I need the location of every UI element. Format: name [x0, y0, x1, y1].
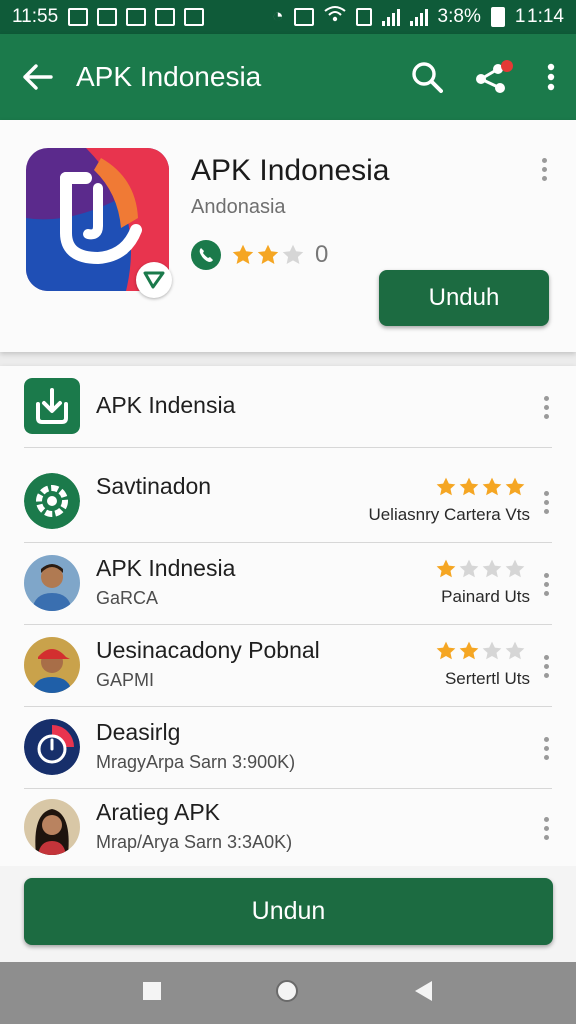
list-item-title: Aratieg APK: [96, 799, 221, 825]
recents-icon[interactable]: [142, 981, 162, 1006]
app-card-more-icon[interactable]: [534, 158, 554, 181]
star-empty-icon: [282, 244, 304, 264]
list-item[interactable]: Savtinadon Ueliasnry Cartera Vts: [0, 461, 576, 543]
star-filled-icon: [232, 244, 254, 264]
star-filled-icon: [436, 641, 456, 660]
star-empty-icon: [482, 559, 502, 578]
list-item-subtitle: MragyArpa Sarn 3:900K): [96, 752, 296, 772]
app-notification-icon: [293, 8, 314, 26]
star-empty-icon: [505, 641, 525, 660]
wifi-icon: [323, 5, 346, 29]
star-filled-icon: [459, 477, 479, 496]
back-button[interactable]: [0, 64, 76, 90]
list-item-meta: Painard Uts: [441, 587, 530, 606]
verified-badge-icon: [136, 262, 172, 298]
phone-icon: [191, 240, 221, 270]
star-filled-icon: [459, 641, 479, 660]
share-icon: [476, 60, 513, 93]
more-vert-icon: [547, 63, 555, 91]
app-header-card: APK Indonesia Andonasia 0 Unduh: [0, 120, 576, 352]
clock-app-icon: [24, 719, 80, 775]
app-developer[interactable]: Andonasia: [191, 196, 286, 219]
search-icon: [412, 62, 443, 93]
list-item-title: Deasirlg: [96, 719, 181, 745]
star-filled-icon: [436, 477, 456, 496]
star-empty-icon: [482, 641, 502, 660]
battery-percent: 3:8%: [437, 6, 481, 27]
notification-icon: [184, 8, 205, 26]
notification-icon: [126, 8, 147, 26]
star-filled-icon: [257, 244, 279, 264]
user-photo: [24, 555, 80, 611]
list-item-subtitle: Mrap/Arya Sarn 3:3A0K): [96, 832, 293, 852]
related-apps-list: APK Indensia Savtinadon Ueliasnry Carter…: [0, 366, 576, 866]
signal-icon: [409, 8, 428, 26]
user-photo-woman: [24, 799, 80, 855]
settings-app-icon: [24, 473, 80, 529]
alarm-icon: ◔: [272, 6, 284, 27]
list-item-stars: [435, 476, 526, 498]
home-icon[interactable]: [274, 978, 300, 1009]
list-item-more-icon[interactable]: [536, 573, 556, 596]
list-item-meta: Ueliasnry Cartera Vts: [368, 505, 530, 524]
notification-icon: [155, 8, 176, 26]
install-button[interactable]: Unduh: [379, 270, 549, 326]
list-item[interactable]: APK Indensia: [0, 366, 576, 448]
app-rating-stars: [231, 243, 305, 267]
app-toolbar: APK Indonesia: [0, 34, 576, 120]
list-item-more-icon[interactable]: [536, 396, 556, 419]
list-item-more-icon[interactable]: [536, 737, 556, 760]
bottom-download-button[interactable]: Undun: [24, 878, 553, 945]
signal-icon: [381, 8, 400, 26]
download-app-icon: [24, 378, 80, 434]
list-item-title: APK Indensia: [96, 392, 236, 418]
battery-icon: [490, 7, 505, 27]
list-item[interactable]: APK Indnesia GaRCA Painard Uts: [0, 543, 576, 625]
list-item-more-icon[interactable]: [536, 491, 556, 514]
status-bar: 11:55 ◔ 3:8% 1 1:14: [0, 0, 576, 34]
list-item[interactable]: Uesinacadony Pobnal GAPMI Sertertl Uts: [0, 625, 576, 707]
status-time: 11:55: [12, 6, 59, 27]
star-filled-icon: [505, 477, 525, 496]
sim-icon: [355, 8, 372, 26]
list-item-meta: Sertertl Uts: [444, 669, 530, 688]
share-button[interactable]: [460, 60, 526, 94]
rating-count: 0: [315, 241, 329, 268]
status-clock-right: 1 1:14: [514, 6, 564, 27]
app-name: APK Indonesia: [191, 154, 390, 187]
back-arrow-icon: [23, 64, 53, 90]
star-empty-icon: [505, 559, 525, 578]
star-empty-icon: [459, 559, 479, 578]
list-item-stars: [435, 640, 526, 662]
rating-row: 0: [191, 240, 328, 270]
list-item-title: Savtinadon: [96, 473, 212, 499]
list-item-stars: [435, 558, 526, 580]
notification-icon: [97, 8, 118, 26]
list-item-more-icon[interactable]: [536, 655, 556, 678]
list-item-subtitle: GaRCA: [96, 588, 159, 608]
list-item[interactable]: Deasirlg MragyArpa Sarn 3:900K): [0, 707, 576, 789]
nav-back-icon[interactable]: [412, 979, 434, 1008]
list-item[interactable]: Aratieg APK Mrap/Arya Sarn 3:3A0K): [0, 787, 576, 866]
star-filled-icon: [436, 559, 456, 578]
list-item-more-icon[interactable]: [536, 817, 556, 840]
search-button[interactable]: [394, 61, 460, 93]
system-nav-bar: [0, 962, 576, 1024]
notification-icon: [68, 8, 89, 26]
overflow-menu-button[interactable]: [526, 63, 576, 91]
toolbar-title: APK Indonesia: [76, 61, 262, 92]
star-filled-icon: [482, 477, 502, 496]
user-photo-red-cap: [24, 637, 80, 693]
list-item-subtitle: GAPMI: [96, 670, 155, 690]
list-item-title: Uesinacadony Pobnal: [96, 637, 320, 663]
list-item-title: APK Indnesia: [96, 555, 236, 581]
